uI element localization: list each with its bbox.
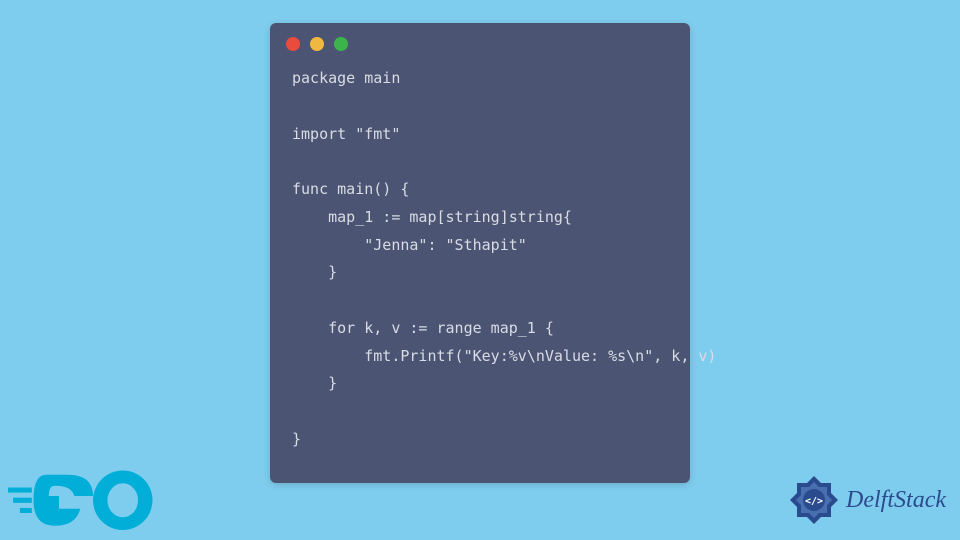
delftstack-logo: </> DelftStack: [788, 474, 946, 526]
delftstack-badge-icon: </>: [788, 474, 840, 526]
close-icon: [286, 37, 300, 51]
code-line: for k, v := range map_1 {: [292, 319, 554, 337]
window-controls: [270, 23, 690, 59]
code-line: func main() {: [292, 180, 409, 198]
code-line: }: [292, 374, 337, 392]
code-window: package main import "fmt" func main() { …: [270, 23, 690, 483]
go-logo-icon: [8, 462, 178, 539]
code-block: package main import "fmt" func main() { …: [270, 59, 690, 472]
maximize-icon: [334, 37, 348, 51]
code-line: package main: [292, 69, 400, 87]
code-line: }: [292, 263, 337, 281]
code-line: }: [292, 430, 301, 448]
minimize-icon: [310, 37, 324, 51]
code-line: "Jenna": "Sthapit": [292, 236, 527, 254]
delftstack-label: DelftStack: [846, 487, 946, 514]
code-line: import "fmt": [292, 125, 400, 143]
svg-text:</>: </>: [805, 496, 823, 507]
code-line: map_1 := map[string]string{: [292, 208, 572, 226]
code-line: fmt.Printf("Key:%v\nValue: %s\n", k, v): [292, 347, 716, 365]
